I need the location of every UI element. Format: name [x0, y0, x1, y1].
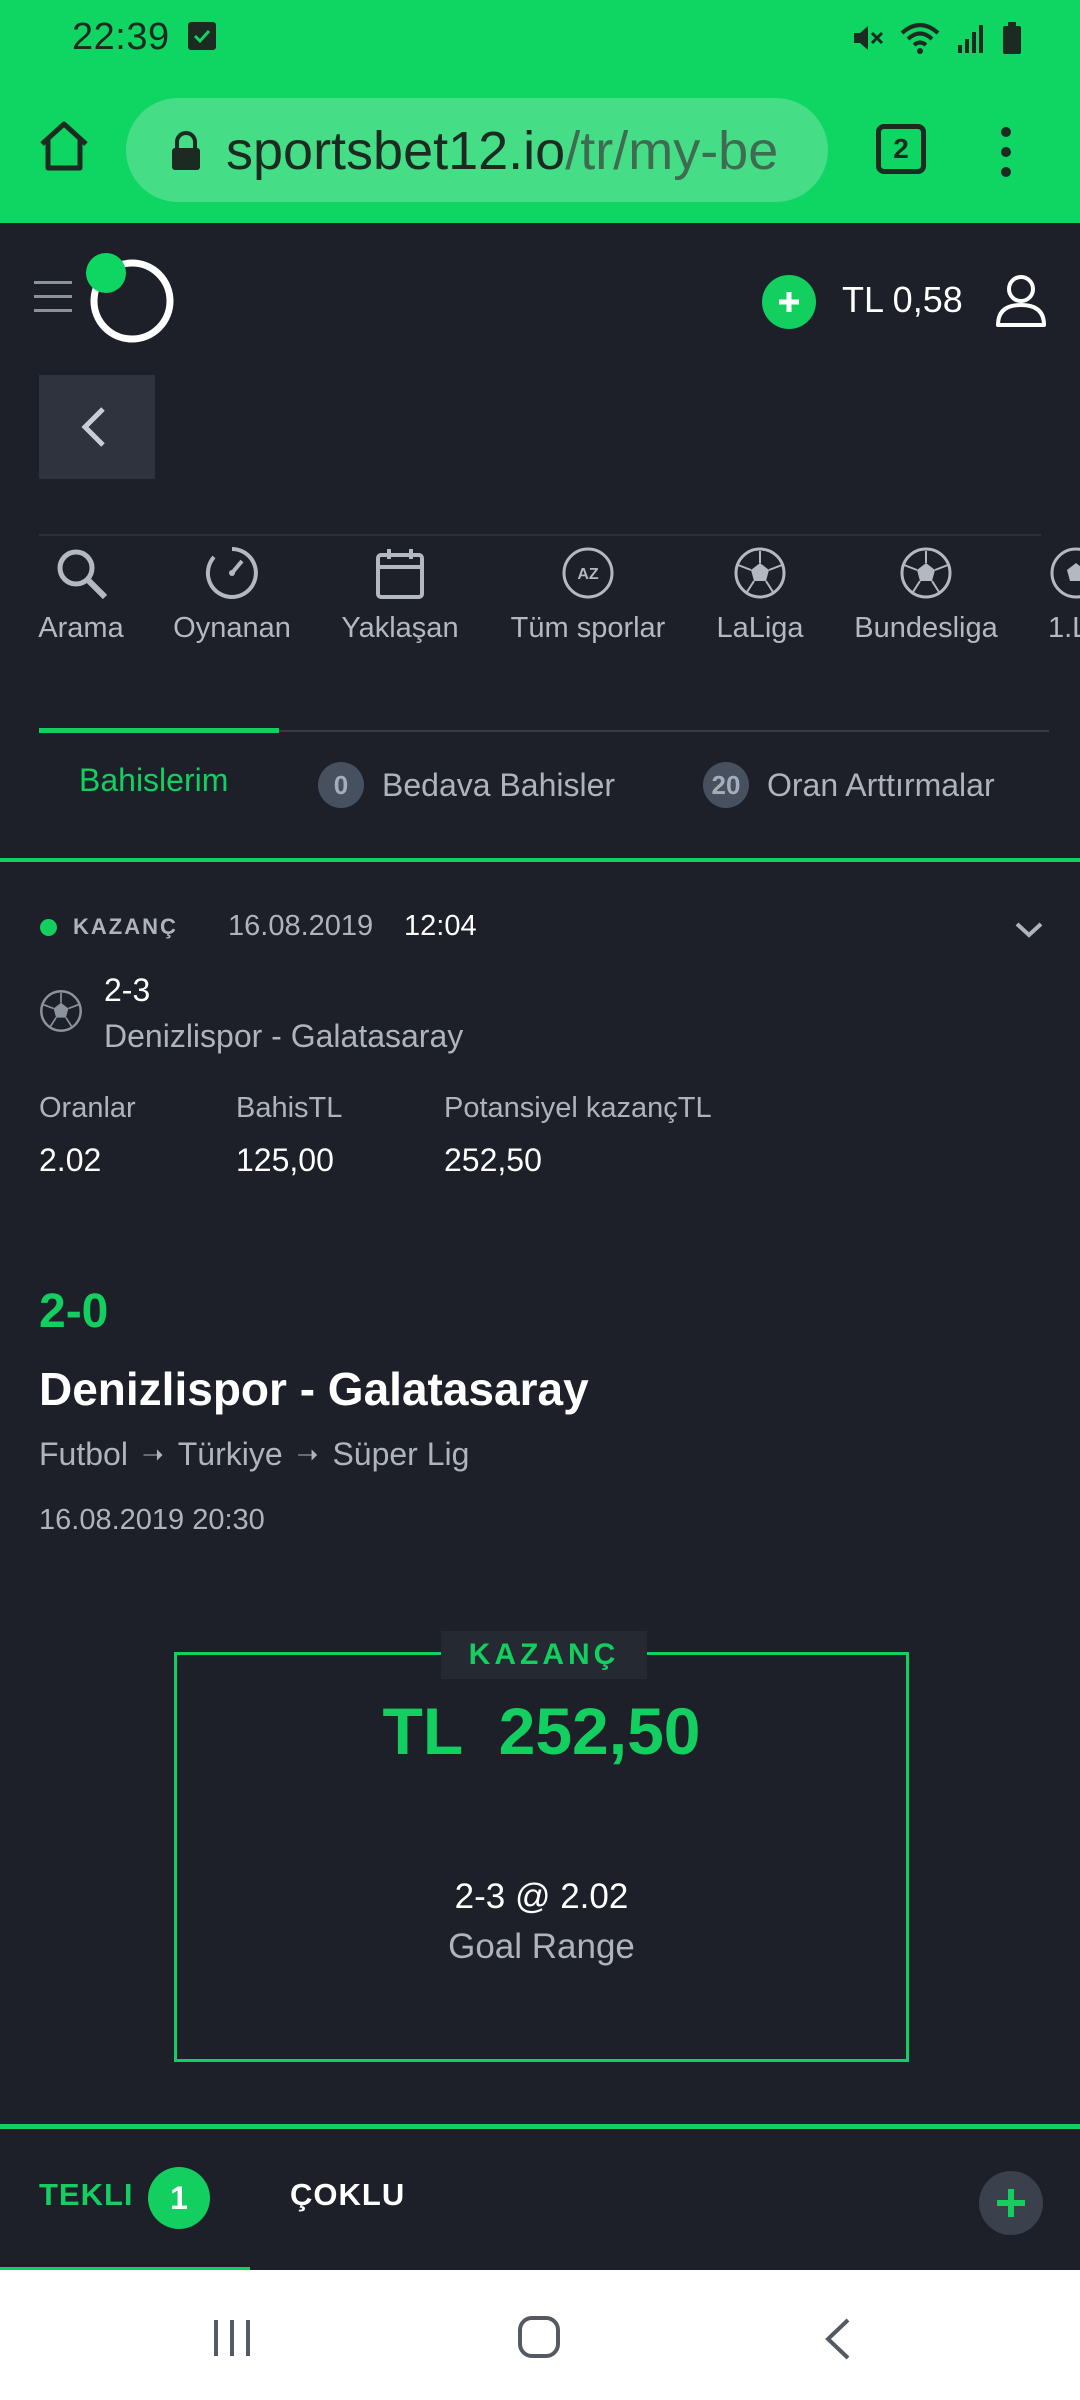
quick-nav-label: Yaklaşan [341, 612, 459, 644]
betslip-add-button[interactable] [979, 2171, 1043, 2235]
soccer-ball-icon [734, 547, 786, 599]
bets-tabs: Bahislerim 0 Bedava Bahisler 20 Oran Art… [0, 728, 1080, 862]
calendar-icon [376, 549, 424, 599]
breadcrumb-item[interactable]: Türkiye [178, 1436, 283, 1473]
battery-icon [1003, 22, 1021, 54]
check-notification-icon [188, 22, 216, 50]
stake-label: BahisTL [236, 1092, 343, 1124]
quick-nav-label: 1.L [1048, 612, 1080, 644]
quick-nav-label: Oynanan [173, 612, 291, 644]
single-count-badge: 1 [148, 2167, 210, 2229]
tabs-icon[interactable]: 2 [876, 124, 926, 174]
balance: TL 0,58 [842, 279, 963, 320]
odds-label: Oranlar [39, 1092, 136, 1124]
back-button[interactable] [39, 375, 155, 479]
status-time: 22:39 [72, 16, 170, 58]
bet-status: KAZANÇ [73, 914, 178, 939]
betslip-bar: TEKLI 1 ÇOKLU [0, 2124, 1080, 2271]
status-icons [850, 18, 1022, 58]
tab-label: Oran Arttırmalar [767, 766, 995, 803]
quick-nav-bundesliga[interactable]: Bundesliga [852, 540, 1000, 645]
tab-odds-boosts[interactable]: 20 Oran Arttırmalar [703, 762, 995, 808]
lock-icon [172, 131, 200, 170]
url-path: /tr/my-be [565, 121, 779, 181]
tab-free-bets[interactable]: 0 Bedava Bahisler [318, 762, 615, 808]
deposit-button[interactable] [762, 275, 816, 329]
home-nav-icon[interactable] [516, 2314, 562, 2360]
tab-multiple[interactable]: ÇOKLU [290, 2177, 405, 2213]
logo[interactable] [86, 253, 176, 343]
arrow-right-icon: ➝ [141, 1439, 164, 1469]
breadcrumb-item[interactable]: Futbol [39, 1436, 128, 1473]
bet-date: 16.08.2019 [228, 910, 374, 942]
quick-nav-1-lig[interactable]: 1.L [1048, 540, 1080, 645]
quick-nav-search[interactable]: Arama [38, 540, 124, 645]
quick-nav-upcoming[interactable]: Yaklaşan [340, 540, 460, 645]
plus-icon [997, 2189, 1025, 2217]
quick-nav-live[interactable]: Oynanan [172, 540, 292, 645]
potential-win-label: Potansiyel kazançTL [444, 1092, 712, 1124]
url-text: sportsbet12.io/tr/my-be [226, 120, 806, 182]
menu-dots-icon[interactable] [996, 124, 1016, 180]
match-score: 2-0 [39, 1285, 109, 1338]
recent-apps-icon[interactable] [210, 2316, 254, 2360]
search-icon [57, 549, 108, 600]
match-date: 16.08.2019 20:30 [39, 1504, 265, 1536]
result-tag: KAZANÇ [441, 1631, 647, 1679]
tab-single[interactable]: TEKLI [39, 2177, 134, 2213]
potential-win-value: 252,50 [444, 1142, 542, 1178]
back-nav-icon[interactable] [820, 2316, 856, 2362]
android-nav-bar [0, 2270, 1080, 2400]
tab-count-badge: 20 [703, 762, 749, 808]
gauge-icon [205, 547, 258, 599]
browser-chrome: 22:39 sportsbet12.io/tr/my-be 2 [0, 0, 1080, 223]
wifi-icon [900, 23, 940, 54]
soccer-ball-icon [900, 547, 952, 599]
soccer-ball-icon [1050, 547, 1080, 599]
az-icon: AZ [562, 547, 614, 599]
quick-nav-all-sports[interactable]: AZ Tüm sporlar [508, 540, 668, 645]
tab-label: Bedava Bahisler [382, 766, 616, 803]
quick-nav: Arama Oynanan Yaklaşan AZ Tüm sporlar La… [0, 540, 1080, 660]
breadcrumb-item[interactable]: Süper Lig [332, 1436, 469, 1473]
plus-icon [779, 292, 799, 312]
url-bar[interactable]: sportsbet12.io/tr/my-be [126, 98, 828, 202]
site-header: TL 0,58 [0, 223, 1080, 373]
quick-nav-laliga[interactable]: LaLiga [712, 540, 808, 645]
result-market: Goal Range [448, 1927, 635, 1966]
url-domain: sportsbet12.io [226, 121, 566, 181]
quick-nav-label: LaLiga [716, 612, 804, 644]
chevron-left-icon [81, 407, 105, 447]
status-dot [40, 919, 57, 936]
result-selection: 2-3 @ 2.02 [454, 1877, 629, 1916]
home-icon[interactable] [36, 118, 92, 174]
selection-match: Denizlispor - Galatasaray [104, 1018, 464, 1054]
hamburger-icon[interactable] [34, 281, 72, 315]
odds-value: 2.02 [39, 1142, 102, 1178]
tab-my-bets[interactable]: Bahislerim [79, 762, 228, 799]
stake-value: 125,00 [236, 1142, 334, 1178]
selection-value: 2-3 [104, 972, 151, 1008]
signal-icon [958, 25, 983, 53]
quick-nav-label: Tüm sporlar [510, 612, 666, 644]
svg-text:AZ: AZ [577, 566, 599, 583]
mute-icon [854, 26, 884, 50]
tab-label: Bahislerim [79, 762, 229, 798]
divider [39, 534, 1041, 536]
win-amount: TL 252,50 [382, 1694, 701, 1768]
tab-count-badge: 0 [318, 762, 364, 808]
quick-nav-label: Bundesliga [854, 612, 998, 644]
arrow-right-icon: ➝ [296, 1439, 319, 1469]
bet-time: 12:04 [404, 910, 477, 942]
status-bar: 22:39 [0, 0, 1080, 76]
chevron-down-icon[interactable] [1014, 920, 1044, 940]
result-box: KAZANÇ TL 252,50 2-3 @ 2.02 Goal Range [174, 1631, 909, 2062]
breadcrumb: Futbol ➝ Türkiye ➝ Süper Lig [39, 1436, 469, 1473]
soccer-ball-icon [40, 990, 82, 1032]
match-title[interactable]: Denizlispor - Galatasaray [39, 1362, 589, 1416]
bet-card: KAZANÇ 16.08.2019 12:04 2-3 Denizlispor … [0, 862, 1080, 2122]
tab-active-indicator [39, 728, 279, 733]
user-icon[interactable] [995, 273, 1047, 329]
quick-nav-label: Arama [38, 612, 124, 644]
